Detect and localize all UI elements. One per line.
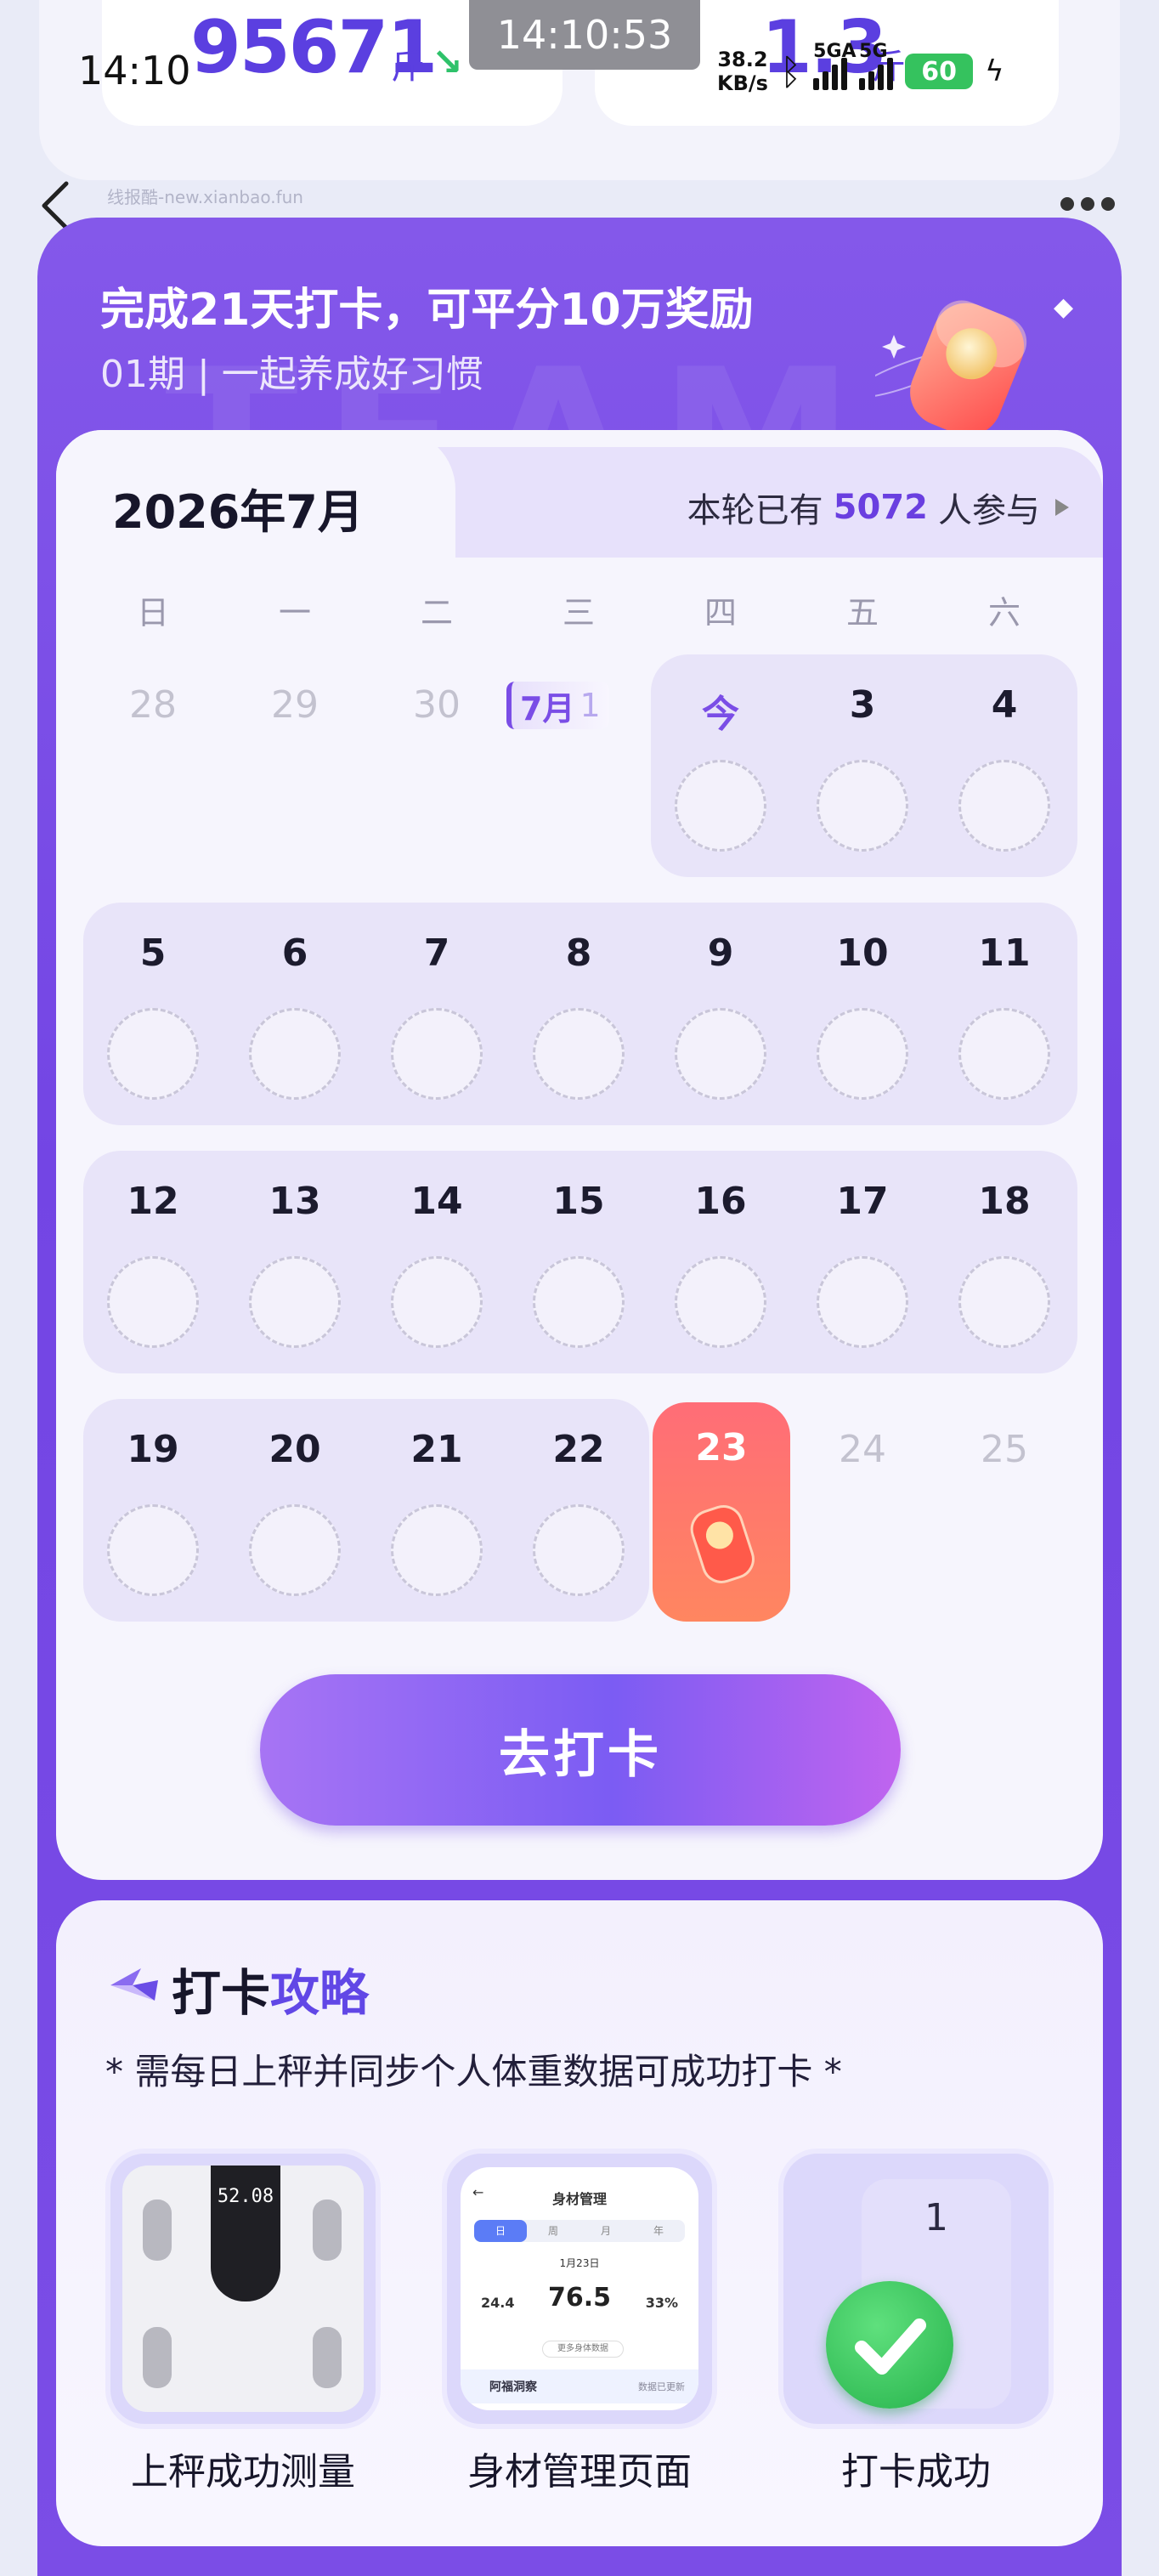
success-number: 1 [924, 2196, 948, 2239]
checkin-slot [107, 1256, 199, 1348]
checkmark-icon [826, 2281, 953, 2409]
weekday-fri: 五 [845, 594, 879, 631]
day-cell[interactable]: 7 [365, 931, 508, 975]
screenshot-time-pill: 14:10:53 [469, 0, 700, 70]
checkin-slot [675, 1256, 766, 1348]
day-cell[interactable]: 3 [791, 683, 934, 727]
day-cell[interactable]: 12 [82, 1180, 224, 1223]
step-scale-label: 上秤成功测量 [131, 2450, 355, 2494]
day-cell-today[interactable]: 今 [649, 683, 792, 738]
watermark: 线报酷-new.xianbao.fun [107, 187, 303, 207]
day-cell[interactable]: 10 [791, 931, 934, 975]
scale-display: 52.08 [211, 2166, 280, 2301]
net-speed: 38.2 KB/s [717, 48, 768, 95]
scale-image: 52.08 [122, 2166, 364, 2412]
sparkle-icon: ◆ [1054, 292, 1074, 322]
bluetooth-icon: ᛒ [779, 50, 802, 93]
checkin-slot [533, 1008, 625, 1100]
checkin-slot [107, 1008, 199, 1100]
step-body-page-label: 身材管理页面 [467, 2450, 692, 2494]
day-cell[interactable]: 19 [82, 1428, 224, 1471]
participants-link[interactable]: 本轮已有 5072 人参与 [687, 483, 1069, 532]
day-cell[interactable]: 11 [933, 931, 1076, 975]
day-cell: 24 [839, 1428, 886, 1471]
day-cell[interactable]: 17 [791, 1180, 934, 1223]
weekday-mon: 一 [278, 594, 311, 631]
checkin-slot [817, 760, 908, 852]
charging-icon: ϟ [985, 54, 1004, 88]
chevron-right-icon [1055, 499, 1069, 516]
checkin-slot [817, 1008, 908, 1100]
step-success-label: 打卡成功 [841, 2450, 991, 2494]
checkin-slot [817, 1256, 908, 1348]
guide-note: * 需每日上秤并同步个人体重数据可成功打卡 * [105, 2051, 842, 2092]
day-cell[interactable]: 8 [507, 931, 650, 975]
day-cell[interactable]: 21 [365, 1428, 508, 1471]
final-day-reward-cell[interactable]: 23 [653, 1402, 790, 1622]
weekday-sun: 日 [136, 594, 169, 631]
checkin-slot [675, 760, 766, 852]
day-cell[interactable]: 6 [223, 931, 366, 975]
period-tabs: 日 周 月 年 [474, 2220, 685, 2242]
day-cell[interactable]: 4 [933, 683, 1076, 727]
checkin-slot [675, 1008, 766, 1100]
checkin-button[interactable]: 去打卡 [260, 1674, 901, 1826]
day-cell[interactable]: 5 [82, 931, 224, 975]
day-cell[interactable]: 9 [649, 931, 792, 975]
checkin-slot [249, 1256, 341, 1348]
step-scale-tile: 52.08 [105, 2149, 381, 2429]
weekday-sat: 六 [987, 594, 1020, 631]
day-cell: 28 [129, 683, 177, 727]
signal-icon-sim2: 5G [859, 41, 894, 90]
signal-icon-sim1: 5GA [813, 41, 857, 90]
battery-icon: 60 [905, 54, 974, 89]
month-title: 2026年7月 [112, 485, 364, 539]
weekday-thu: 四 [704, 594, 737, 631]
body-management-screenshot: ← 身材管理 日 周 月 年 1月23日 76.5 24.4 33% 更多身体数… [461, 2167, 698, 2410]
day-cell: 29 [271, 683, 319, 727]
status-icons: 38.2 KB/s ᛒ 5GA 5G 60 ϟ [717, 41, 1004, 99]
checkin-slot [107, 1504, 199, 1596]
weekday-wed: 三 [562, 594, 595, 631]
checkin-slot [391, 1504, 483, 1596]
campaign-headline: 完成21天打卡，可平分10万奖励 [100, 285, 754, 336]
day-cell[interactable]: 20 [223, 1428, 366, 1471]
day-cell[interactable]: 14 [365, 1180, 508, 1223]
day-cell[interactable]: 15 [507, 1180, 650, 1223]
checkin-slot [249, 1008, 341, 1100]
checkin-slot [958, 1008, 1050, 1100]
more-icon[interactable] [1060, 197, 1115, 211]
checkin-slot [391, 1256, 483, 1348]
day-cell[interactable]: 16 [649, 1180, 792, 1223]
campaign-subline: 01期 | 一起养成好习惯 [100, 353, 483, 396]
status-time: 14:10 [78, 48, 191, 93]
guide-logo-icon [110, 1968, 158, 2001]
down-trend-icon: ↘ [432, 41, 463, 84]
top-left-unit: 斤 [391, 48, 425, 87]
checkin-slot [391, 1008, 483, 1100]
checkin-slot [533, 1504, 625, 1596]
checkin-slot [958, 760, 1050, 852]
checkin-slot [249, 1504, 341, 1596]
red-envelope-icon [875, 300, 1027, 436]
day-cell[interactable]: 13 [223, 1180, 366, 1223]
day-cell: 25 [981, 1428, 1028, 1471]
red-envelope-icon [690, 1505, 755, 1583]
step-body-page-tile: ← 身材管理 日 周 月 年 1月23日 76.5 24.4 33% 更多身体数… [442, 2149, 717, 2429]
step-success-tile: 1 [778, 2149, 1054, 2429]
day-cell: 30 [413, 683, 461, 727]
checkin-slot [958, 1256, 1050, 1348]
day-cell[interactable]: 18 [933, 1180, 1076, 1223]
checkin-slot [533, 1256, 625, 1348]
participants-count: 5072 [833, 488, 928, 527]
day-cell[interactable]: 22 [507, 1428, 650, 1471]
guide-title: 打卡攻略 [172, 1964, 370, 2022]
weekday-tue: 二 [420, 594, 453, 631]
month-start-badge: 7月 1 [506, 682, 609, 729]
